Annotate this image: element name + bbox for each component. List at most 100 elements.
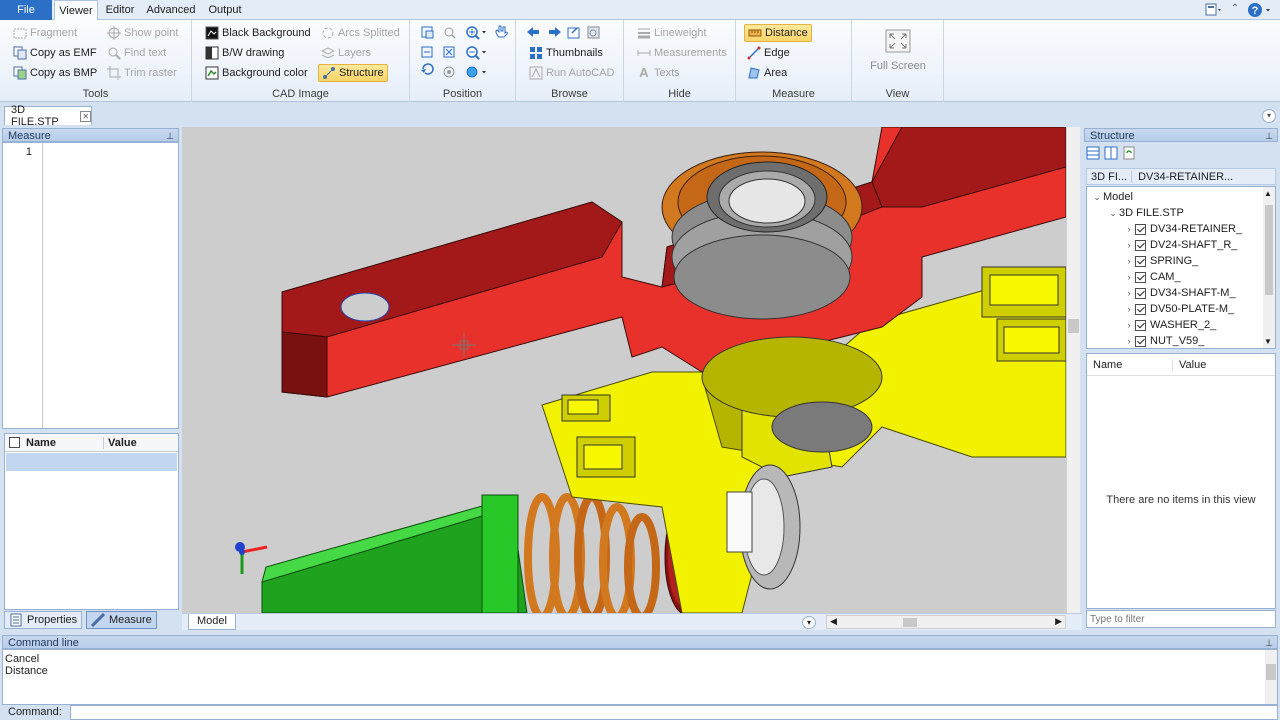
refresh-structure-icon[interactable] (1122, 146, 1136, 160)
background-color-button[interactable]: Background color (202, 64, 311, 82)
measure-group-label: Measure (772, 88, 815, 100)
find-text-button[interactable]: Find text (104, 44, 169, 62)
tree-node-part[interactable]: › SPRING_ (1087, 253, 1275, 269)
tree-scroll-thumb[interactable] (1265, 205, 1273, 295)
tree-node-part[interactable]: › WASHER_2_ (1087, 317, 1275, 333)
tree-node-part[interactable]: › DV34-RETAINER_ (1087, 221, 1275, 237)
vertical-scrollbar[interactable] (1066, 127, 1080, 613)
black-background-label: Black Background (222, 27, 311, 39)
copy-as-bmp-button[interactable]: Copy as BMP (10, 64, 100, 82)
distance-button[interactable]: Distance (744, 24, 812, 42)
tree-node-part[interactable]: › CAM_ (1087, 269, 1275, 285)
vertical-scroll-thumb[interactable] (1068, 319, 1079, 333)
measure-tab[interactable]: Measure (86, 611, 157, 629)
collapse-arrow-icon[interactable]: › (1123, 317, 1135, 333)
measure-text-area[interactable]: 1 (2, 142, 179, 429)
filter-input[interactable] (1086, 610, 1276, 628)
collapse-arrow-icon[interactable]: › (1123, 269, 1135, 285)
select-all-checkbox[interactable] (9, 437, 20, 448)
menu-tab-editor[interactable]: Editor (100, 0, 140, 20)
edge-button[interactable]: Edge (744, 44, 793, 62)
breadcrumb-item-file[interactable]: 3D FI... (1087, 170, 1133, 183)
collapse-arrow-icon[interactable]: › (1123, 285, 1135, 301)
show-point-button[interactable]: Show point (104, 24, 181, 42)
layout-list-icon[interactable]: ▾ (802, 616, 816, 629)
visibility-checkbox[interactable] (1135, 303, 1146, 315)
document-tab[interactable]: 3D FILE.STP ✕ (4, 104, 92, 128)
visibility-checkbox[interactable] (1135, 335, 1146, 347)
bw-drawing-button[interactable]: B/W drawing (202, 44, 287, 62)
axis-triad (235, 542, 268, 574)
ribbon-group-hide: Lineweight Measurements A Texts Hide (624, 20, 736, 102)
browse-nav-icons (527, 26, 600, 39)
menu-tab-viewer[interactable]: Viewer (54, 0, 98, 21)
command-scroll-thumb[interactable] (1266, 664, 1276, 680)
visibility-checkbox[interactable] (1135, 287, 1146, 299)
model-tab[interactable]: Model (188, 614, 236, 630)
cad-viewport[interactable] (182, 127, 1066, 613)
zoom-previous-icon (421, 46, 433, 58)
copy-as-emf-button[interactable]: Copy as EMF (10, 44, 100, 62)
props-header-name[interactable]: Name (1087, 358, 1173, 371)
run-autocad-button[interactable]: Run AutoCAD (526, 64, 617, 82)
black-background-button[interactable]: Black Background (202, 24, 314, 42)
visibility-checkbox[interactable] (1135, 255, 1146, 267)
tree-node-part[interactable]: › DV50-PLATE-M_ (1087, 301, 1275, 317)
tree-node-part[interactable]: › DV34-SHAFT-M_ (1087, 285, 1275, 301)
command-input[interactable] (70, 705, 1278, 720)
arcs-splitted-button[interactable]: Arcs Splitted (318, 24, 403, 42)
scroll-right-icon[interactable]: ▶ (1055, 616, 1062, 627)
tree-node-part[interactable]: › NUT_V59_ (1087, 333, 1275, 348)
full-screen-button[interactable]: Full Screen (852, 28, 944, 72)
collapse-all-icon[interactable] (1086, 146, 1100, 160)
expand-arrow-icon[interactable]: ⌄ (1107, 205, 1119, 221)
grid-row-selected[interactable] (6, 453, 177, 471)
breadcrumb-item-retainer[interactable]: DV34-RETAINER... (1132, 171, 1239, 183)
scroll-up-icon[interactable]: ▲ (1264, 189, 1272, 198)
lineweight-button[interactable]: Lineweight (634, 24, 710, 42)
tree-node-part[interactable]: › DV24-SHAFT_R_ (1087, 237, 1275, 253)
menu-tab-advanced[interactable]: Advanced (142, 0, 200, 20)
collapse-arrow-icon[interactable]: › (1123, 253, 1135, 269)
thumbnails-button[interactable]: Thumbnails (526, 44, 606, 62)
measurements-button[interactable]: Measurements (634, 44, 730, 62)
tree-scrollbar[interactable]: ▲ ▼ (1263, 187, 1275, 348)
pin-icon[interactable]: ⊥ (1265, 129, 1273, 143)
horizontal-scroll-thumb[interactable] (903, 618, 917, 627)
properties-tab[interactable]: Properties (4, 611, 83, 629)
grid-header-name[interactable]: Name (24, 436, 104, 449)
expand-arrow-icon[interactable]: ⌄ (1091, 189, 1103, 205)
visibility-checkbox[interactable] (1135, 223, 1146, 235)
menu-tab-output[interactable]: Output (202, 0, 248, 20)
minimize-ribbon-icon[interactable]: ⌃ (1228, 3, 1242, 17)
menu-file[interactable]: File (0, 0, 52, 20)
tree-node-file[interactable]: ⌄ 3D FILE.STP (1087, 205, 1275, 221)
close-tab-icon[interactable]: ✕ (80, 110, 91, 122)
visibility-checkbox[interactable] (1135, 319, 1146, 331)
trim-raster-button[interactable]: Trim raster (104, 64, 180, 82)
scroll-left-icon[interactable]: ◀ (830, 616, 837, 627)
visibility-checkbox[interactable] (1135, 271, 1146, 283)
expand-all-icon[interactable] (1104, 146, 1118, 160)
texts-button[interactable]: A Texts (634, 64, 683, 82)
fragment-button[interactable]: Fragment (10, 24, 80, 42)
pin-icon[interactable]: ⊥ (1265, 636, 1273, 650)
collapse-arrow-icon[interactable]: › (1123, 333, 1135, 348)
command-scrollbar[interactable] (1265, 650, 1277, 704)
collapse-arrow-icon[interactable]: › (1123, 301, 1135, 317)
collapse-arrow-icon[interactable]: › (1123, 237, 1135, 253)
collapse-arrow-icon[interactable]: › (1123, 221, 1135, 237)
layers-button[interactable]: Layers (318, 44, 374, 62)
tree-node-model[interactable]: ⌄ Model (1087, 189, 1275, 205)
structure-button[interactable]: Structure (318, 64, 388, 82)
grid-header-value[interactable]: Value (104, 437, 137, 449)
tab-list-icon[interactable]: ▾ (1262, 109, 1276, 123)
window-layout-icon[interactable] (1204, 2, 1224, 18)
help-icon[interactable]: ? (1246, 1, 1276, 19)
props-header-value[interactable]: Value (1173, 359, 1206, 371)
pin-icon[interactable]: ⊥ (166, 129, 174, 143)
horizontal-scrollbar[interactable]: ◀ ▶ (826, 615, 1066, 629)
area-button[interactable]: Area (744, 64, 790, 82)
scroll-down-icon[interactable]: ▼ (1264, 337, 1272, 346)
visibility-checkbox[interactable] (1135, 239, 1146, 251)
